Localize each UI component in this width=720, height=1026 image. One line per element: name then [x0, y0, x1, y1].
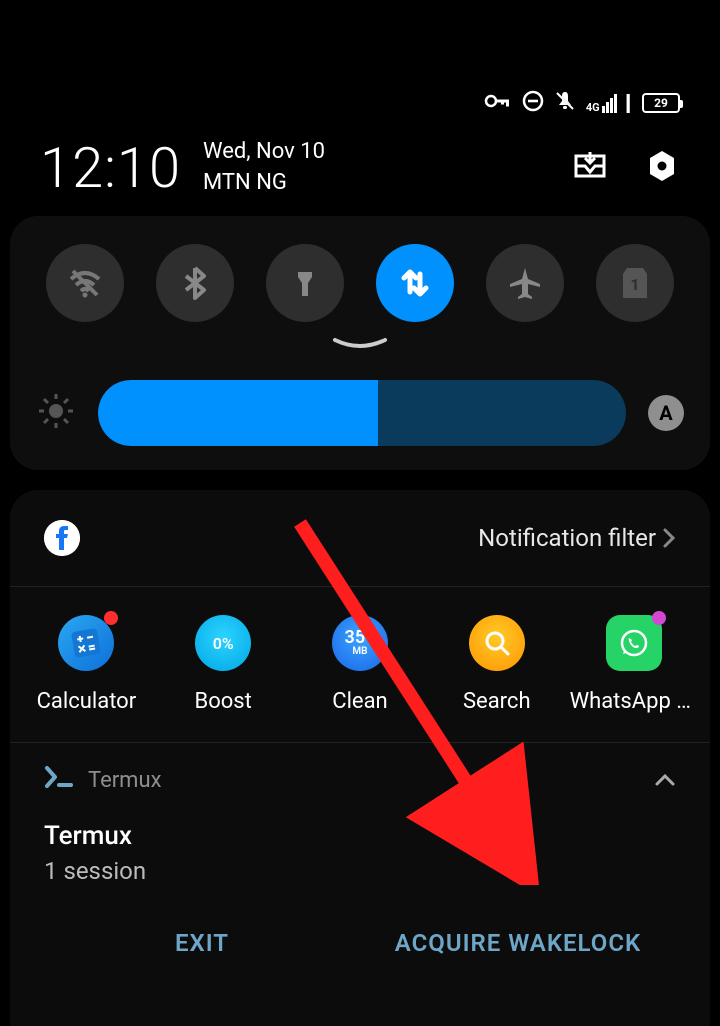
sim-toggle[interactable]: 1: [596, 244, 674, 322]
bluetooth-toggle[interactable]: [156, 244, 234, 322]
exit-button[interactable]: EXIT: [44, 923, 360, 963]
app-calculator[interactable]: Calculator: [21, 615, 151, 714]
airplane-toggle[interactable]: [486, 244, 564, 322]
terminal-icon: [44, 765, 74, 795]
notification-panel: Notification filter Calculator 0% Boost …: [10, 490, 710, 1026]
notification-subtitle: 1 session: [44, 857, 676, 885]
chevron-right-icon: [662, 527, 676, 549]
date-text: Wed, Nov 10: [203, 137, 325, 168]
facebook-icon[interactable]: [44, 520, 80, 556]
badge-dot: [104, 611, 118, 625]
expand-handle[interactable]: [30, 336, 690, 352]
app-label: Boost: [195, 689, 252, 714]
notification-actions: EXIT ACQUIRE WAKELOCK: [44, 923, 676, 963]
inbox-icon[interactable]: [572, 148, 608, 188]
brightness-row: A: [30, 380, 690, 446]
quick-settings-panel: 1 A: [10, 216, 710, 470]
clock-time: 12:10: [40, 135, 181, 201]
battery-level: 29: [642, 93, 680, 113]
svg-text:1: 1: [630, 275, 639, 294]
notification-filter-link[interactable]: Notification filter: [478, 524, 676, 552]
carrier-text: MTN NG: [203, 168, 325, 199]
flashlight-toggle[interactable]: [266, 244, 344, 322]
date-carrier: Wed, Nov 10 MTN NG: [203, 137, 325, 199]
clock-row: 12:10 Wed, Nov 10 MTN NG: [40, 135, 680, 201]
badge-dot: [652, 611, 666, 625]
app-whatsapp[interactable]: WhatsApp M…: [569, 615, 699, 714]
acquire-wakelock-button[interactable]: ACQUIRE WAKELOCK: [360, 923, 676, 963]
notification-title: Termux: [44, 821, 676, 851]
app-boost[interactable]: 0% Boost: [158, 615, 288, 714]
brightness-slider[interactable]: [98, 380, 626, 446]
termux-notification[interactable]: Termux Termux 1 session EXIT ACQUIRE WAK…: [10, 743, 710, 963]
app-label: Search: [463, 689, 531, 714]
qs-toggles: 1: [30, 244, 690, 322]
dnd-icon: [522, 90, 544, 116]
signal-4g-icon: 4G: [586, 94, 617, 113]
app-label: Calculator: [37, 689, 137, 714]
app-clean[interactable]: 351 MB Clean: [295, 615, 425, 714]
notification-header: Termux: [44, 765, 676, 795]
app-label: WhatsApp M…: [570, 689, 698, 714]
wifi-toggle[interactable]: [46, 244, 124, 322]
notification-app-name: Termux: [88, 768, 162, 793]
vpn-key-icon: [484, 92, 512, 114]
filter-label: Notification filter: [478, 524, 656, 552]
status-bar: 4G ▎ 29: [484, 90, 680, 116]
settings-icon[interactable]: [644, 148, 680, 188]
app-search[interactable]: Search: [432, 615, 562, 714]
auto-brightness-toggle[interactable]: A: [648, 395, 684, 431]
mobile-data-toggle[interactable]: [376, 244, 454, 322]
battery-icon: ▎ 29: [627, 93, 680, 113]
filter-row: Notification filter: [10, 520, 710, 587]
mute-icon: [554, 90, 576, 116]
brightness-icon: [36, 391, 76, 435]
collapse-icon[interactable]: [654, 768, 676, 793]
quick-apps-row: Calculator 0% Boost 351 MB Clean Search: [10, 587, 710, 743]
app-label: Clean: [332, 689, 387, 714]
